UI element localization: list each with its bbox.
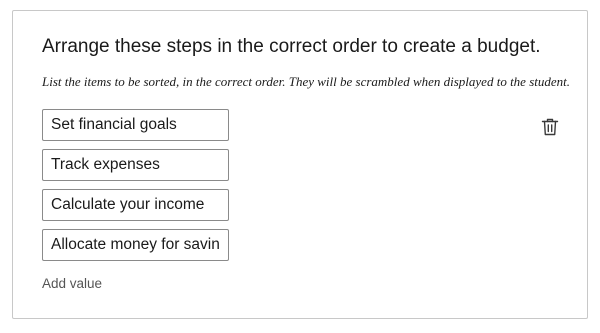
delete-button[interactable] [538,115,562,139]
question-title: Arrange these steps in the correct order… [42,36,541,57]
add-value-button[interactable]: Add value [42,276,102,291]
value-input-1[interactable] [42,109,229,141]
value-list [42,109,230,269]
sorting-question-editor: Arrange these steps in the correct order… [12,10,588,319]
value-input-3[interactable] [42,189,229,221]
value-input-4[interactable] [42,229,229,261]
trash-icon [541,118,559,136]
value-input-2[interactable] [42,149,229,181]
instructions-text: List the items to be sorted, in the corr… [42,74,570,89]
